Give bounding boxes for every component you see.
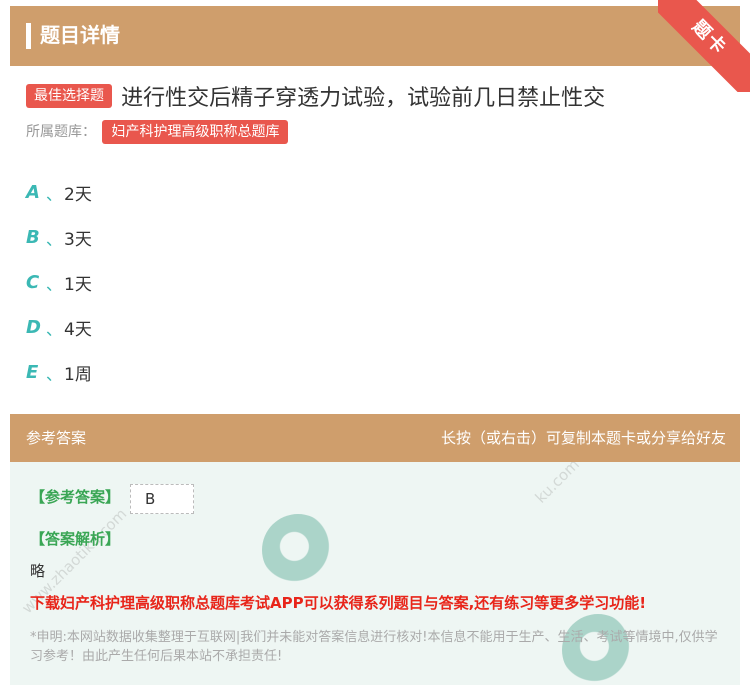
analysis-label: 【答案解析】 <box>30 530 121 548</box>
option-text: 4天 <box>64 320 92 340</box>
download-app-link[interactable]: 下载妇产科护理高级职称总题库考试APP可以获得系列题目与答案,还有练习等更多学习… <box>30 592 646 613</box>
option-text: 2天 <box>64 185 92 205</box>
analysis-text: 略 <box>30 562 46 580</box>
option-separator: 、 <box>46 274 63 294</box>
header-accent-bar <box>26 23 31 49</box>
watermark-logo-icon <box>262 514 334 586</box>
bank-name-tag[interactable]: 妇产科护理高级职称总题库 <box>102 120 289 144</box>
question-text: 进行性交后精子穿透力试验，试验前几日禁止性交 <box>121 86 606 111</box>
option-e[interactable]: E 、 1周 <box>26 350 92 395</box>
option-letter: A <box>26 182 40 203</box>
option-text: 3天 <box>64 230 92 250</box>
option-c[interactable]: C 、 1天 <box>26 260 92 305</box>
options-list: A 、 2天 B 、 3天 C 、 1天 D 、 4天 E 、 1周 <box>26 170 92 395</box>
disclaimer-text: *申明:本网站数据收集整理于互联网|我们并未能对答案信息进行核对!本信息不能用于… <box>30 630 718 664</box>
option-letter: C <box>26 272 40 293</box>
watermark-text: ku.com <box>531 462 583 507</box>
answer-section-title: 参考答案 <box>26 429 87 447</box>
option-d[interactable]: D 、 4天 <box>26 305 92 350</box>
option-separator: 、 <box>46 319 63 339</box>
answer-value-box: B <box>130 484 194 514</box>
answer-section-body: www.zhaotiku.com ku.com 【参考答案】 B 【答案解析】 … <box>10 462 740 685</box>
question-stem: 最佳选择题 进行性交后精子穿透力试验，试验前几日禁止性交 <box>26 80 736 112</box>
option-separator: 、 <box>46 229 63 249</box>
question-detail-header: 题目详情 <box>10 6 740 66</box>
question-bank: 所属题库： 妇产科护理高级职称总题库 <box>26 120 289 144</box>
corner-ribbon: 题卡 <box>658 0 750 92</box>
corner-badge: 题卡 <box>658 0 750 92</box>
option-separator: 、 <box>46 364 63 384</box>
option-b[interactable]: B 、 3天 <box>26 215 92 260</box>
share-hint: 长按（或右击）可复制本题卡或分享给好友 <box>440 429 726 447</box>
option-letter: E <box>26 362 39 383</box>
option-letter: D <box>26 317 41 338</box>
page-title: 题目详情 <box>40 23 120 47</box>
answer-section-header: 参考答案 长按（或右击）可复制本题卡或分享给好友 <box>10 414 740 462</box>
answer-label: 【参考答案】 <box>30 488 121 506</box>
question-type-tag: 最佳选择题 <box>26 84 112 108</box>
option-a[interactable]: A 、 2天 <box>26 170 92 215</box>
bank-label: 所属题库： <box>26 124 96 140</box>
option-text: 1周 <box>64 365 92 385</box>
option-letter: B <box>26 227 40 248</box>
option-separator: 、 <box>46 184 63 204</box>
option-text: 1天 <box>64 275 92 295</box>
